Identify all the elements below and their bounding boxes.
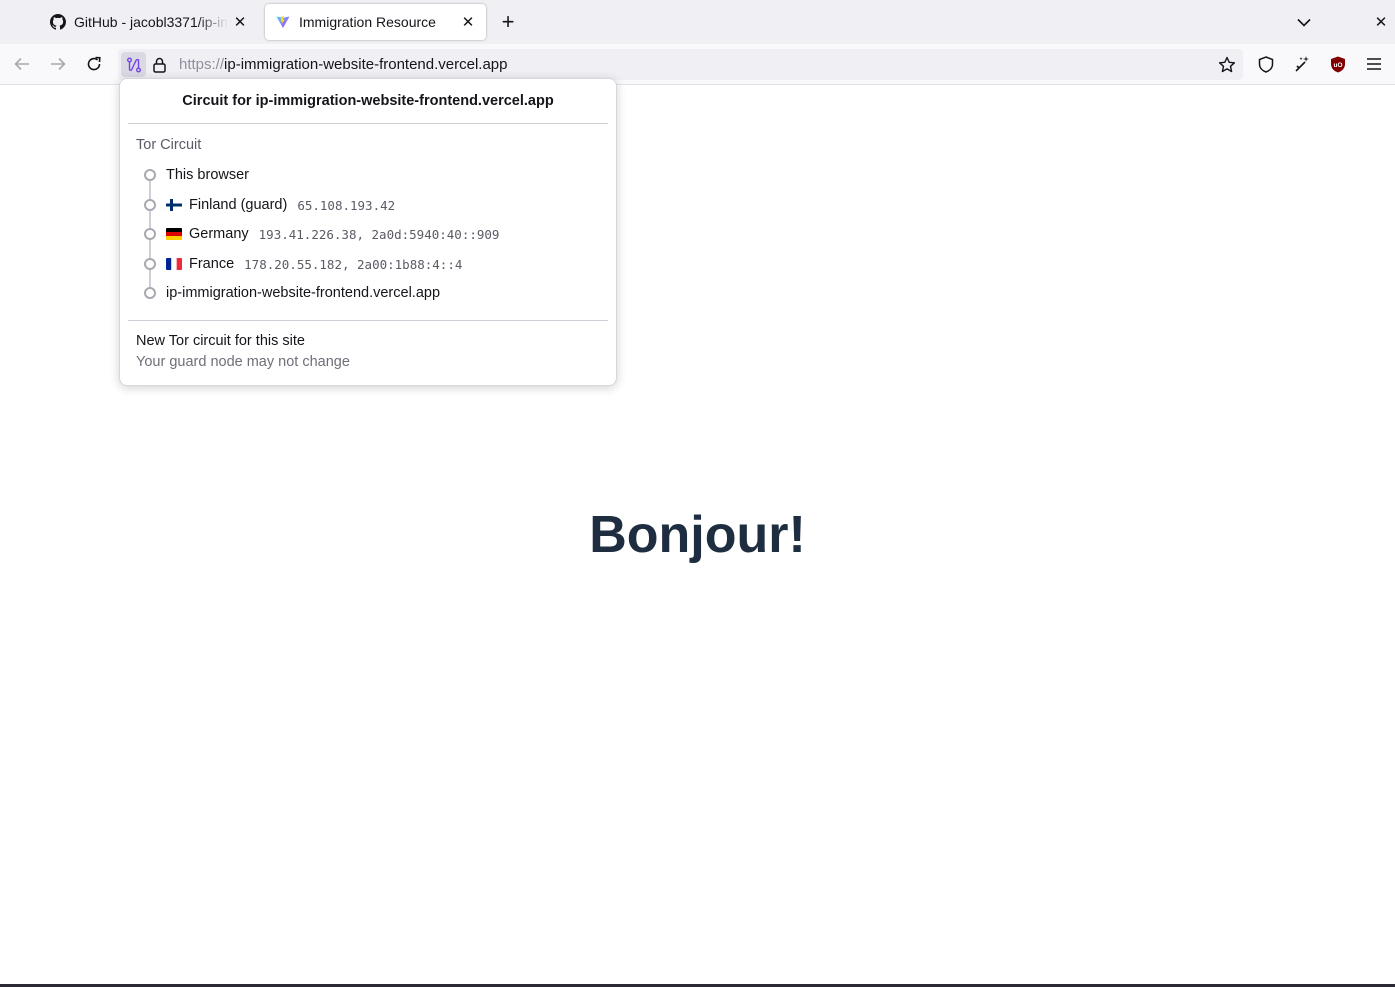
address-bar[interactable]: https://ip-immigration-website-frontend.… (118, 49, 1243, 80)
new-circuit-button[interactable]: New Tor circuit for this site (136, 333, 305, 349)
lock-icon[interactable] (151, 56, 167, 73)
back-button[interactable] (8, 52, 36, 76)
circuit-panel-title: Circuit for ip-immigration-website-front… (182, 93, 554, 109)
new-tab-button[interactable]: + (496, 9, 520, 34)
chevron-down-icon (1297, 18, 1311, 27)
shield-icon (1258, 55, 1274, 73)
node-label: Finland (guard) (189, 197, 288, 213)
node-ip: 178.20.55.182, 2a00:1b88:4::4 (244, 256, 463, 272)
ublock-origin-button[interactable]: uO (1324, 52, 1352, 76)
tor-circuit-icon (126, 57, 141, 72)
tor-circuit-panel: Circuit for ip-immigration-website-front… (119, 78, 617, 386)
close-tab-icon[interactable]: ✕ (460, 14, 476, 31)
page-greeting: Bonjour! (589, 506, 806, 564)
hamburger-menu-icon (1367, 58, 1381, 70)
bookmark-star-icon[interactable] (1217, 55, 1237, 75)
circuit-node-france: France 178.20.55.182, 2a00:1b88:4::4 (144, 254, 462, 274)
forward-button[interactable] (44, 52, 72, 76)
security-level-button[interactable] (1252, 52, 1280, 76)
arrow-left-icon (14, 57, 29, 71)
tab-title: GitHub - jacobl3371/ip-immigration-websi… (74, 14, 228, 30)
ublock-origin-icon: uO (1331, 56, 1345, 72)
france-flag-icon (166, 258, 182, 270)
tab-github[interactable]: GitHub - jacobl3371/ip-immigration-websi… (40, 4, 258, 40)
node-dot (144, 169, 156, 181)
tab-immigration-resource[interactable]: Immigration Resource ✕ (265, 4, 486, 40)
node-label: Germany (189, 226, 249, 242)
node-ip: 65.108.193.42 (297, 197, 396, 213)
node-label: France (189, 256, 235, 272)
germany-flag-icon (166, 228, 182, 240)
list-all-tabs-button[interactable] (1292, 10, 1316, 34)
tor-circuit-button[interactable] (121, 52, 146, 77)
guard-node-note: Your guard node may not change (136, 354, 350, 370)
url-text[interactable]: https://ip-immigration-website-frontend.… (179, 56, 508, 73)
node-dot (144, 258, 156, 270)
finland-flag-icon (166, 199, 182, 211)
arrow-right-icon (51, 57, 66, 71)
tab-strip: GitHub - jacobl3371/ip-immigration-websi… (0, 0, 1395, 44)
url-host: ip-immigration-website-frontend.vercel.a… (224, 56, 508, 73)
node-dot (144, 228, 156, 240)
circuit-node-finland: Finland (guard) 65.108.193.42 (144, 195, 395, 215)
close-window-button[interactable]: ✕ (1369, 10, 1393, 34)
tab-title: Immigration Resource (299, 14, 436, 30)
divider (128, 123, 608, 124)
menu-button[interactable] (1360, 52, 1388, 76)
node-ip: 193.41.226.38, 2a0d:5940:40::909 (258, 226, 500, 242)
divider (128, 320, 608, 321)
broom-sparkle-icon (1295, 56, 1309, 72)
node-dot (144, 287, 156, 299)
node-dot (144, 199, 156, 211)
tor-circuit-label: Tor Circuit (136, 137, 202, 153)
circuit-node-destination: ip-immigration-website-frontend.vercel.a… (144, 283, 440, 303)
new-identity-button[interactable] (1288, 52, 1316, 76)
node-label: ip-immigration-website-frontend.vercel.a… (166, 285, 441, 301)
circuit-node-browser: This browser (144, 165, 249, 185)
url-scheme: https:// (179, 56, 225, 73)
reload-icon (87, 56, 101, 71)
reload-button[interactable] (80, 52, 108, 76)
svg-text:uO: uO (1333, 62, 1342, 69)
vite-icon (275, 14, 291, 30)
close-tab-icon[interactable]: ✕ (232, 14, 248, 31)
github-icon (50, 14, 66, 30)
circuit-node-germany: Germany 193.41.226.38, 2a0d:5940:40::909 (144, 224, 499, 244)
node-label: This browser (166, 167, 249, 183)
